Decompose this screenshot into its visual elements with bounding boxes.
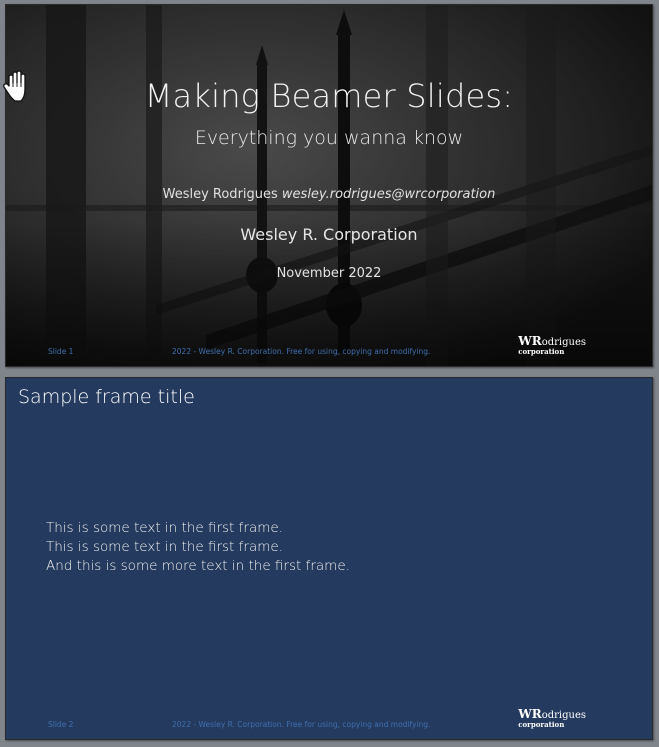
logo-line2: corporation	[518, 720, 565, 729]
presentation-title: Making Beamer Slides:	[144, 77, 514, 115]
frame-title: Sample frame title	[18, 386, 195, 408]
logo-line2: corporation	[518, 347, 565, 356]
company-logo: WRodrigues corporation	[518, 707, 586, 729]
presentation-subtitle: Everything you wanna know	[194, 127, 464, 149]
author-name: Wesley Rodrigues	[162, 187, 278, 202]
body-line: This is some text in the first frame.	[46, 539, 283, 555]
slide-number: Slide 1	[48, 347, 74, 356]
slide-viewer[interactable]: Making Beamer Slides: Everything you wan…	[0, 0, 659, 747]
body-line: And this is some more text in the first …	[46, 558, 350, 574]
frame-body: This is some text in the first frame. Th…	[46, 519, 350, 576]
institute: Wesley R. Corporation	[240, 225, 418, 244]
author-line: Wesley Rodrigues wesley.rodrigues@wrcorp…	[6, 187, 652, 202]
body-line: This is some text in the first frame.	[46, 520, 283, 536]
footer-note: 2022 - Wesley R. Corporation. Free for u…	[172, 347, 431, 356]
author-email: wesley.rodrigues@wrcorporation	[281, 187, 496, 202]
slide-1[interactable]: Making Beamer Slides: Everything you wan…	[5, 4, 653, 367]
footer-note: 2022 - Wesley R. Corporation. Free for u…	[172, 720, 431, 729]
hand-cursor-icon	[3, 70, 26, 102]
presentation-date: November 2022	[276, 266, 382, 281]
slide-number: Slide 2	[48, 720, 74, 729]
logo-initials: WR	[518, 334, 542, 348]
logo-initials: WR	[518, 707, 542, 721]
company-logo: WRodrigues corporation	[518, 334, 586, 356]
slide-2[interactable]: Sample frame title This is some text in …	[5, 377, 653, 740]
background-photo	[6, 5, 652, 366]
